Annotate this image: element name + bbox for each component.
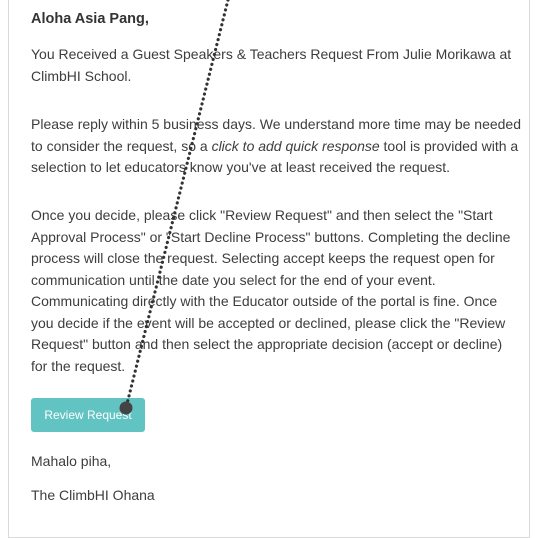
paragraph-line: to consider the request, so a click to a…	[31, 136, 521, 158]
request-notice-paragraph: You Received a Guest Speakers & Teachers…	[31, 44, 511, 87]
quick-response-tool-name: click to add quick response	[211, 137, 380, 154]
paragraph-text: to consider the request, so a	[31, 137, 212, 154]
paragraph-text: tool is provided with a	[379, 137, 519, 154]
paragraph-line: Request" button and then select the appr…	[31, 336, 503, 352]
paragraph-line: process will close the request. Selectin…	[31, 250, 495, 266]
paragraph-line: Once you decide, please click "Review Re…	[31, 207, 493, 223]
paragraph-line: selection to let educators know you've a…	[31, 159, 451, 175]
paragraph-line: ClimbHI School.	[31, 67, 132, 84]
greeting: Aloha Asia Pang,	[31, 11, 149, 27]
paragraph-line: for the request.	[31, 357, 126, 374]
review-request-button[interactable]: Review Request	[31, 398, 145, 432]
signature: The ClimbHI Ohana	[31, 487, 155, 503]
email-body: Aloha Asia Pang, You Received a Guest Sp…	[8, 0, 530, 538]
signoff: Mahalo piha,	[31, 453, 112, 469]
decision-instructions-paragraph: Once you decide, please click "Review Re…	[31, 205, 510, 377]
paragraph-line: you decide if the event will be accepted…	[31, 314, 506, 331]
paragraph-line: communication until the date you select …	[31, 271, 436, 288]
paragraph-line: Please reply within 5 business days. We …	[31, 116, 522, 132]
paragraph-line: Communicating directly with the Educator…	[31, 293, 498, 309]
paragraph-line: You Received a Guest Speakers & Teachers…	[31, 46, 512, 62]
paragraph-line: Approval Process" or "Start Decline Proc…	[31, 228, 511, 245]
reply-instructions-paragraph: Please reply within 5 business days. We …	[31, 114, 521, 179]
